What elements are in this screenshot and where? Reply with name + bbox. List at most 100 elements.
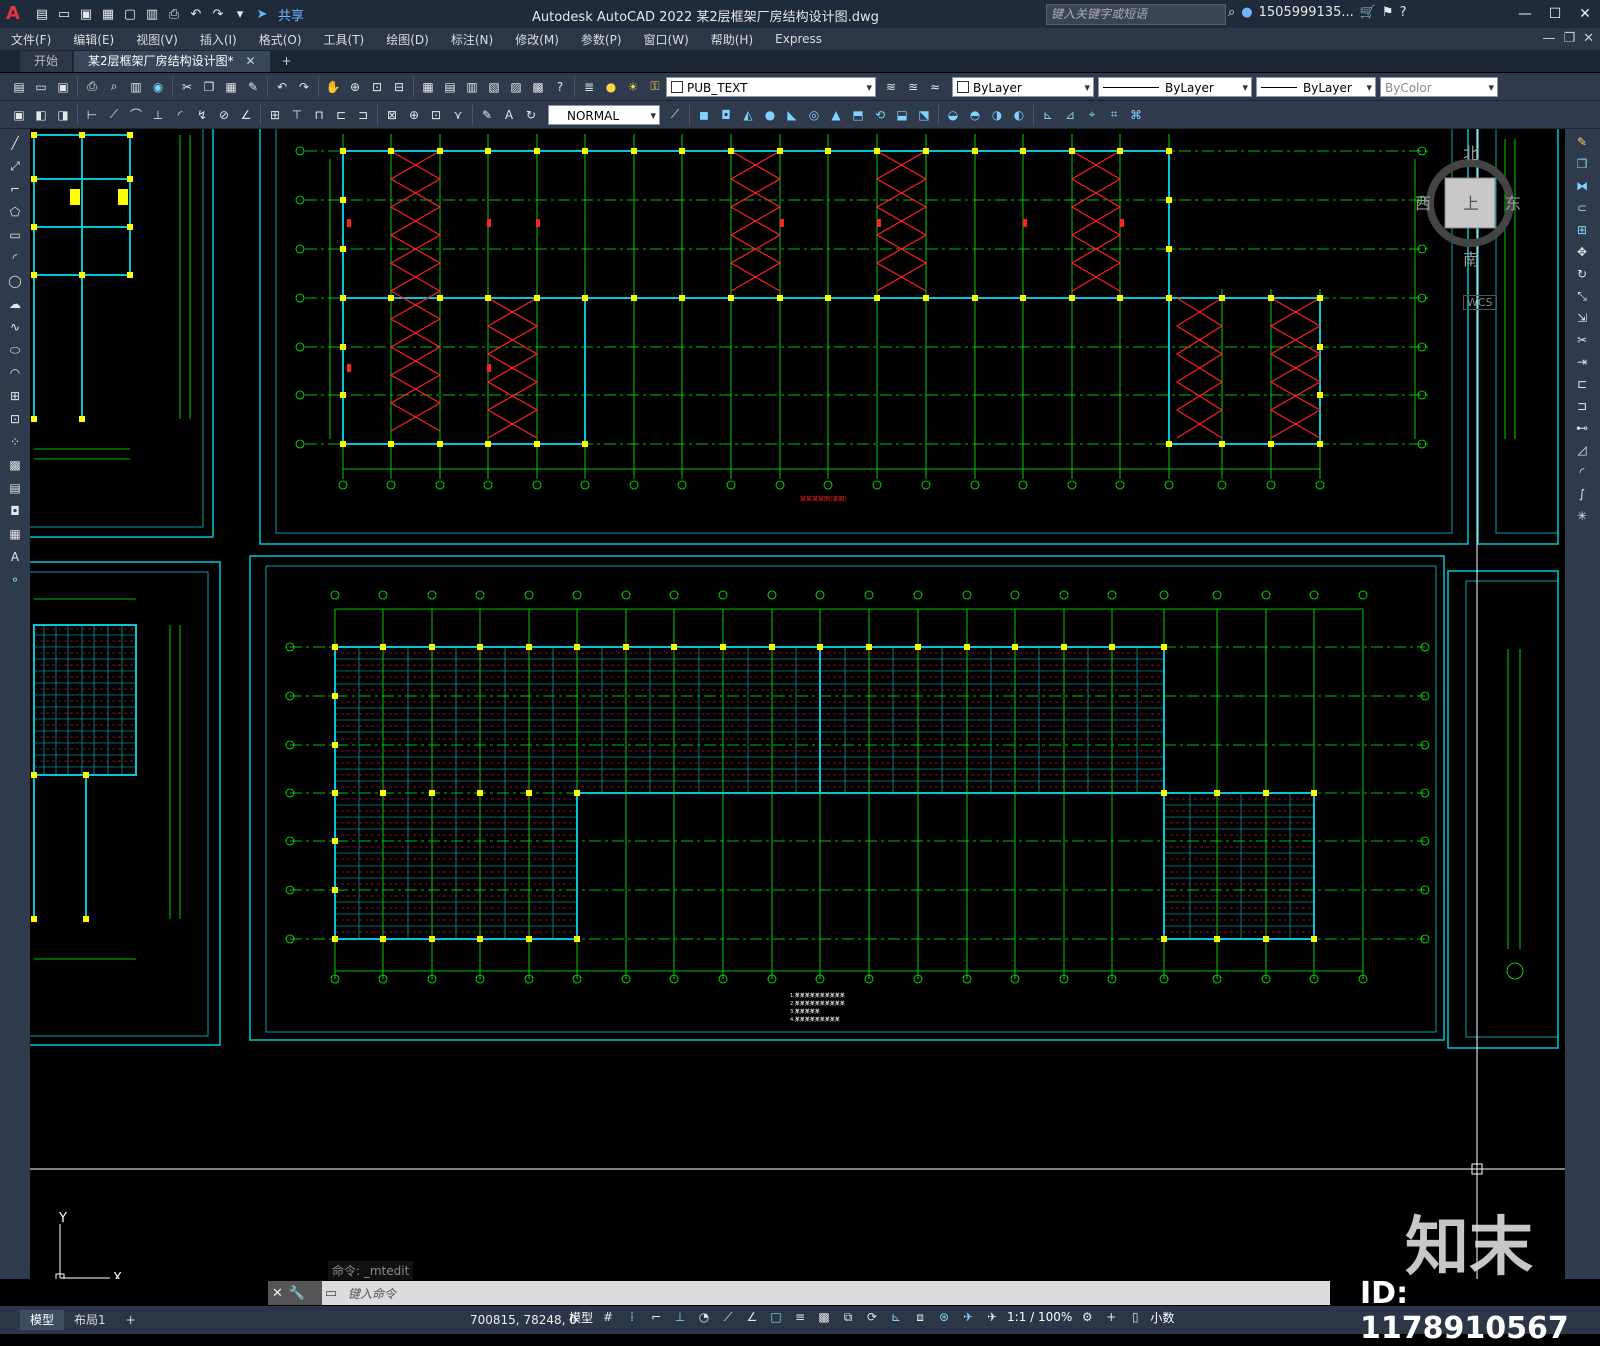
user-menu[interactable]: ⌕ ● 1505999135... 🛒 ⚑ ? xyxy=(1228,5,1406,20)
customize-qat-icon[interactable]: ▾ xyxy=(230,4,250,24)
dim-break-icon[interactable]: ⊐ xyxy=(354,106,372,124)
ucs-3point-icon[interactable]: ⌘ xyxy=(1127,106,1145,124)
plotstyle-dropdown[interactable]: ByColor xyxy=(1380,76,1498,98)
annotation-visibility-icon[interactable]: ✈ xyxy=(959,1308,977,1326)
polygon-icon[interactable]: ⬠ xyxy=(6,203,24,221)
ucs-world-icon[interactable]: ⊿ xyxy=(1061,106,1079,124)
menu-insert[interactable]: 插入(I) xyxy=(189,31,248,48)
markup-icon[interactable]: ▨ xyxy=(507,78,525,96)
maximize-button[interactable]: ☐ xyxy=(1540,0,1570,28)
arc-icon[interactable]: ◜ xyxy=(6,249,24,267)
menu-modify[interactable]: 修改(M) xyxy=(504,31,570,48)
doc-close-icon[interactable]: ✕ xyxy=(1583,28,1594,50)
ucs-origin-icon[interactable]: ⌖ xyxy=(1083,106,1101,124)
calculator-icon[interactable]: ▩ xyxy=(529,78,547,96)
box-icon[interactable]: ◼ xyxy=(695,106,713,124)
extrude-icon[interactable]: ⬒ xyxy=(849,106,867,124)
layer-dropdown[interactable]: PUB_TEXT xyxy=(666,76,876,98)
plot-icon[interactable]: ⎙ xyxy=(164,4,184,24)
doc-minimize-icon[interactable]: — xyxy=(1542,28,1555,50)
tab-close-icon[interactable]: ✕ xyxy=(245,54,255,68)
slice-icon[interactable]: ◐ xyxy=(1010,106,1028,124)
isodraft-icon[interactable]: ⟋ xyxy=(719,1308,737,1326)
lineweight-dropdown[interactable]: ByLayer xyxy=(1256,76,1376,98)
menu-format[interactable]: 格式(O) xyxy=(248,31,313,48)
ortho-icon[interactable]: ⊥ xyxy=(671,1308,689,1326)
save-web-icon[interactable]: ▥ xyxy=(142,4,162,24)
radius-dim-icon[interactable]: ◜ xyxy=(171,106,189,124)
open-icon[interactable]: ▭ xyxy=(54,4,74,24)
annotation-scale[interactable]: 1:1 / 100% xyxy=(1007,1308,1072,1326)
command-prompt-icon[interactable]: ▭ xyxy=(320,1286,342,1301)
command-line[interactable]: ▭ 键入命令 xyxy=(268,1281,1330,1305)
table-icon[interactable]: ▦ xyxy=(6,525,24,543)
doc-restore-icon[interactable]: ❐ xyxy=(1563,28,1575,50)
search-icon[interactable]: ⌕ xyxy=(1228,5,1235,20)
sweep-icon[interactable]: ⬓ xyxy=(893,106,911,124)
dim-edit-icon[interactable]: ✎ xyxy=(478,106,496,124)
zoom-realtime-icon[interactable]: ⊕ xyxy=(346,78,364,96)
units-icon[interactable]: ▯ xyxy=(1126,1308,1144,1326)
menu-parametric[interactable]: 参数(P) xyxy=(570,31,633,48)
viewcube-face[interactable]: 上 xyxy=(1463,194,1479,213)
help-icon[interactable]: ? xyxy=(1400,5,1407,20)
construction-line-icon[interactable]: ⤢ xyxy=(6,157,24,175)
a360-icon[interactable]: ⚑ xyxy=(1382,5,1394,20)
chamfer-icon[interactable]: ◿ xyxy=(1573,441,1591,459)
layer-previous-icon[interactable]: ≊ xyxy=(904,78,922,96)
share-button[interactable]: 共享 xyxy=(278,5,304,24)
search-input[interactable]: 键入关键字或短语 xyxy=(1046,4,1226,25)
menu-window[interactable]: 窗口(W) xyxy=(633,31,700,48)
extend-icon[interactable]: ⇥ xyxy=(1573,353,1591,371)
linear-dim-icon[interactable]: ⊢ xyxy=(83,106,101,124)
break-at-point-icon[interactable]: ⊏ xyxy=(1573,375,1591,393)
center-mark-icon[interactable]: ⊕ xyxy=(405,106,423,124)
dim-style-icon[interactable]: ⟋ xyxy=(666,106,684,124)
viewcube[interactable]: 上 北 南 东 西 xyxy=(1415,143,1525,293)
undo-icon[interactable]: ↶ xyxy=(186,4,206,24)
command-input[interactable]: 键入命令 xyxy=(348,1285,396,1302)
match-properties-icon[interactable]: ✎ xyxy=(244,78,262,96)
object-snap-icon[interactable]: □ xyxy=(767,1308,785,1326)
grid-icon[interactable]: # xyxy=(599,1308,617,1326)
blend-icon[interactable]: ∫ xyxy=(1573,485,1591,503)
annotation-monitor-icon[interactable]: + xyxy=(1102,1308,1120,1326)
quick-dim-icon[interactable]: ⊞ xyxy=(266,106,284,124)
redo-icon[interactable]: ↷ xyxy=(295,78,313,96)
paste-icon[interactable]: ▦ xyxy=(222,78,240,96)
selection-cycling-icon[interactable]: ⧉ xyxy=(839,1308,857,1326)
hatch-icon[interactable]: ▩ xyxy=(6,456,24,474)
line-icon[interactable]: ╱ xyxy=(6,134,24,152)
undo-icon[interactable]: ↶ xyxy=(273,78,291,96)
pan-icon[interactable]: ✋ xyxy=(324,78,342,96)
viewcube-north[interactable]: 北 xyxy=(1463,144,1479,163)
explode-icon[interactable]: ✳ xyxy=(1573,507,1591,525)
menu-express[interactable]: Express xyxy=(764,32,833,46)
dim-space-icon[interactable]: ⊏ xyxy=(332,106,350,124)
preview-icon[interactable]: ⌕ xyxy=(105,78,123,96)
3d-osnap-icon[interactable]: ⟳ xyxy=(863,1308,881,1326)
region-icon[interactable]: ◘ xyxy=(6,502,24,520)
qnew-icon[interactable]: ▤ xyxy=(10,78,28,96)
jogged-dim-icon[interactable]: ↯ xyxy=(193,106,211,124)
dynamic-ucs-icon[interactable]: ⊾ xyxy=(887,1308,905,1326)
tool-a-icon[interactable]: ▣ xyxy=(10,106,28,124)
layer-on-icon[interactable]: ● xyxy=(602,78,620,96)
selection-filter-icon[interactable]: ⧈ xyxy=(911,1308,929,1326)
customize-command-icon[interactable]: 🔧 xyxy=(289,1286,305,1301)
aligned-dim-icon[interactable]: ⟋ xyxy=(105,106,123,124)
sphere-icon[interactable]: ● xyxy=(761,106,779,124)
mirror-icon[interactable]: ⧓ xyxy=(1573,177,1591,195)
snap-icon[interactable]: ⁞ xyxy=(623,1308,641,1326)
gizmo-icon[interactable]: ⊛ xyxy=(935,1308,953,1326)
viewcube-south[interactable]: 南 xyxy=(1463,250,1479,269)
scale-icon[interactable]: ⤡ xyxy=(1573,287,1591,305)
cut-icon[interactable]: ✂ xyxy=(178,78,196,96)
tab-start[interactable]: 开始 xyxy=(20,51,73,72)
array-icon[interactable]: ⊞ xyxy=(1573,221,1591,239)
revolve-icon[interactable]: ⟲ xyxy=(871,106,889,124)
help-icon[interactable]: ? xyxy=(551,78,569,96)
make-block-icon[interactable]: ⊡ xyxy=(6,410,24,428)
redo-icon[interactable]: ↷ xyxy=(208,4,228,24)
erase-icon[interactable]: ✎ xyxy=(1573,133,1591,151)
